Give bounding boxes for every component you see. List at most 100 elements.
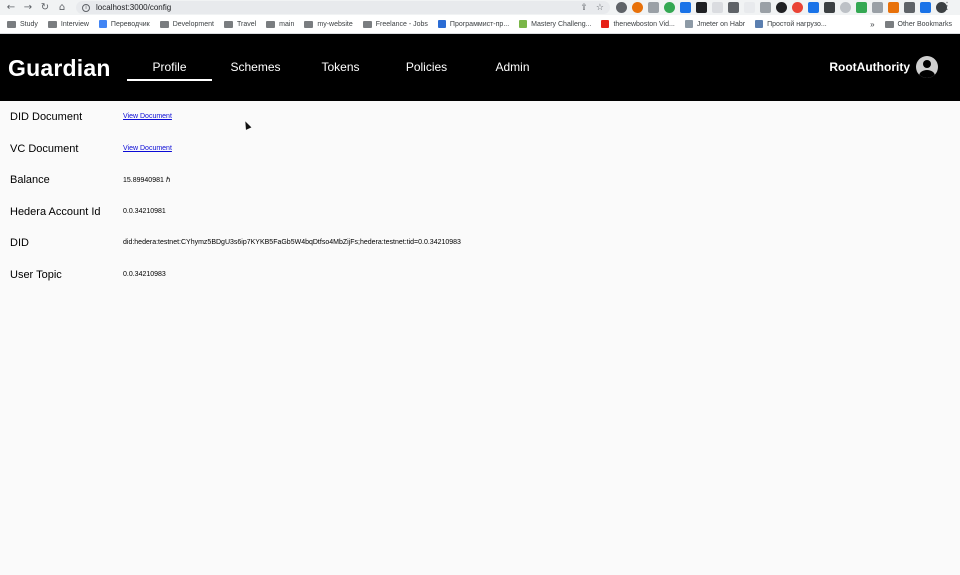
row-label: VC Document [10,143,79,155]
bookmark-label: my-website [317,20,353,28]
bookmark-label: Interview [60,20,89,28]
extension-icon[interactable] [632,2,643,13]
back-icon[interactable]: ← [4,1,18,15]
view-did-document-link[interactable]: View Document [123,113,172,120]
user-topic-value: 0.0.34210983 [123,271,166,278]
extensions-bar [616,2,947,13]
extension-icon[interactable] [776,2,787,13]
bookmark-star-icon[interactable]: ☆ [596,3,604,13]
tab-tokens[interactable]: Tokens [298,60,383,74]
extension-icon[interactable] [680,2,691,13]
forward-icon[interactable]: → [21,1,35,15]
extension-icon[interactable] [648,2,659,13]
user-name[interactable]: RootAuthority [829,60,910,74]
address-bar[interactable]: i localhost:3000/config ⇪ ☆ [76,1,610,14]
account-circle-icon[interactable] [916,56,938,78]
bookmark-item[interactable]: Программист-пр... [437,20,510,28]
folder-icon [266,20,276,28]
folder-icon [7,20,16,28]
share-icon[interactable]: ⇪ [580,3,588,13]
bookmark-label: Jmeter on Habr [696,20,746,28]
more-menu-icon[interactable]: ⋮ [942,1,952,12]
view-vc-document-link[interactable]: View Document [123,145,172,152]
home-icon[interactable]: ⌂ [55,1,69,15]
app-logo[interactable]: Guardian [8,55,111,82]
url-text[interactable]: localhost:3000/config [96,3,171,12]
account-id-value: 0.0.34210981 [123,208,166,215]
row-label: DID Document [10,111,83,123]
profile-row-account-id: Hedera Account Id 0.0.34210981 [0,206,960,226]
bookmark-item[interactable]: Простой нагрузо... [755,20,827,28]
bookmark-item[interactable]: thenewboston Vid... [601,20,675,28]
folder-icon [47,20,57,28]
other-bookmarks[interactable]: » Other Bookmarks [870,15,952,34]
browser-toolbar: ← → ↻ ⌂ i localhost:3000/config ⇪ ☆ ⋮ [0,0,960,15]
bookmark-label: Mastery Challeng... [531,20,592,28]
extension-icon[interactable] [792,2,803,13]
profile-row-did: DID did:hedera:testnet:CYhymz5BDgU3s6ip7… [0,237,960,257]
chevron-right-icon[interactable]: » [870,20,874,29]
bookmark-item[interactable]: Переводчик [98,20,150,28]
profile-row-vc-document: VC Document View Document [0,143,960,163]
favicon-icon [437,20,446,28]
row-label: User Topic [10,269,62,281]
tab-admin[interactable]: Admin [470,60,555,74]
extension-icon[interactable] [808,2,819,13]
bookmark-item[interactable]: Jmeter on Habr [684,20,746,28]
extension-icon[interactable] [744,2,755,13]
bookmark-item[interactable]: my-website [304,20,353,28]
bookmark-label: Freelance - Jobs [375,20,428,28]
bookmark-label: Переводчик [110,20,150,28]
favicon-icon [519,20,528,28]
bookmark-item[interactable]: Study [7,20,38,28]
favicon-icon [755,20,764,28]
reload-icon[interactable]: ↻ [38,1,52,15]
favicon-icon [601,20,610,28]
extension-icon[interactable] [920,2,931,13]
bookmark-label: Программист-пр... [449,20,510,28]
profile-row-user-topic: User Topic 0.0.34210983 [0,269,960,289]
bookmark-label: Простой нагрузо... [767,20,827,28]
favicon-icon [98,20,107,28]
extension-icon[interactable] [840,2,851,13]
bookmark-item[interactable]: Interview [47,20,89,28]
did-value: did:hedera:testnet:CYhymz5BDgU3s6ip7KYKB… [123,239,461,246]
extension-icon[interactable] [728,2,739,13]
bookmark-label: thenewboston Vid... [613,20,675,28]
bookmark-label: Travel [236,20,257,28]
balance-value: 15.89940981 ℏ [123,177,171,184]
bookmark-label: Study [20,20,38,28]
app-header: Guardian Profile Schemes Tokens Policies… [0,34,960,101]
row-label: Balance [10,174,50,186]
bookmarks-bar: Study Interview Переводчик Development Trave… [0,15,960,34]
bookmark-item[interactable]: Mastery Challeng... [519,20,591,28]
extension-icon[interactable] [696,2,707,13]
puzzle-icon[interactable] [904,2,915,13]
tab-policies[interactable]: Policies [384,60,469,74]
row-label: Hedera Account Id [10,206,101,218]
extension-icon[interactable] [664,2,675,13]
folder-icon [884,21,894,28]
bookmark-label: main [279,20,295,28]
metamask-icon[interactable] [888,2,899,13]
extension-icon[interactable] [856,2,867,13]
tab-schemes[interactable]: Schemes [213,60,298,74]
bookmark-item[interactable]: Development [159,20,214,28]
extension-icon[interactable] [824,2,835,13]
tab-profile[interactable]: Profile [127,60,212,81]
profile-row-balance: Balance 15.89940981 ℏ [0,174,960,194]
other-bookmarks-label: Other Bookmarks [897,21,952,28]
row-label: DID [10,237,29,249]
bookmark-label: Development [172,20,214,28]
info-icon[interactable]: i [82,3,90,12]
extension-icon[interactable] [760,2,771,13]
bookmark-item[interactable]: main [266,20,295,28]
extension-icon[interactable] [872,2,883,13]
bookmark-item[interactable]: Freelance - Jobs [362,20,428,28]
extension-icon[interactable] [712,2,723,13]
folder-icon [223,20,233,28]
folder-icon [159,20,169,28]
bookmark-item[interactable]: Travel [223,20,257,28]
folder-icon [362,20,372,28]
extension-icon[interactable] [616,2,627,13]
